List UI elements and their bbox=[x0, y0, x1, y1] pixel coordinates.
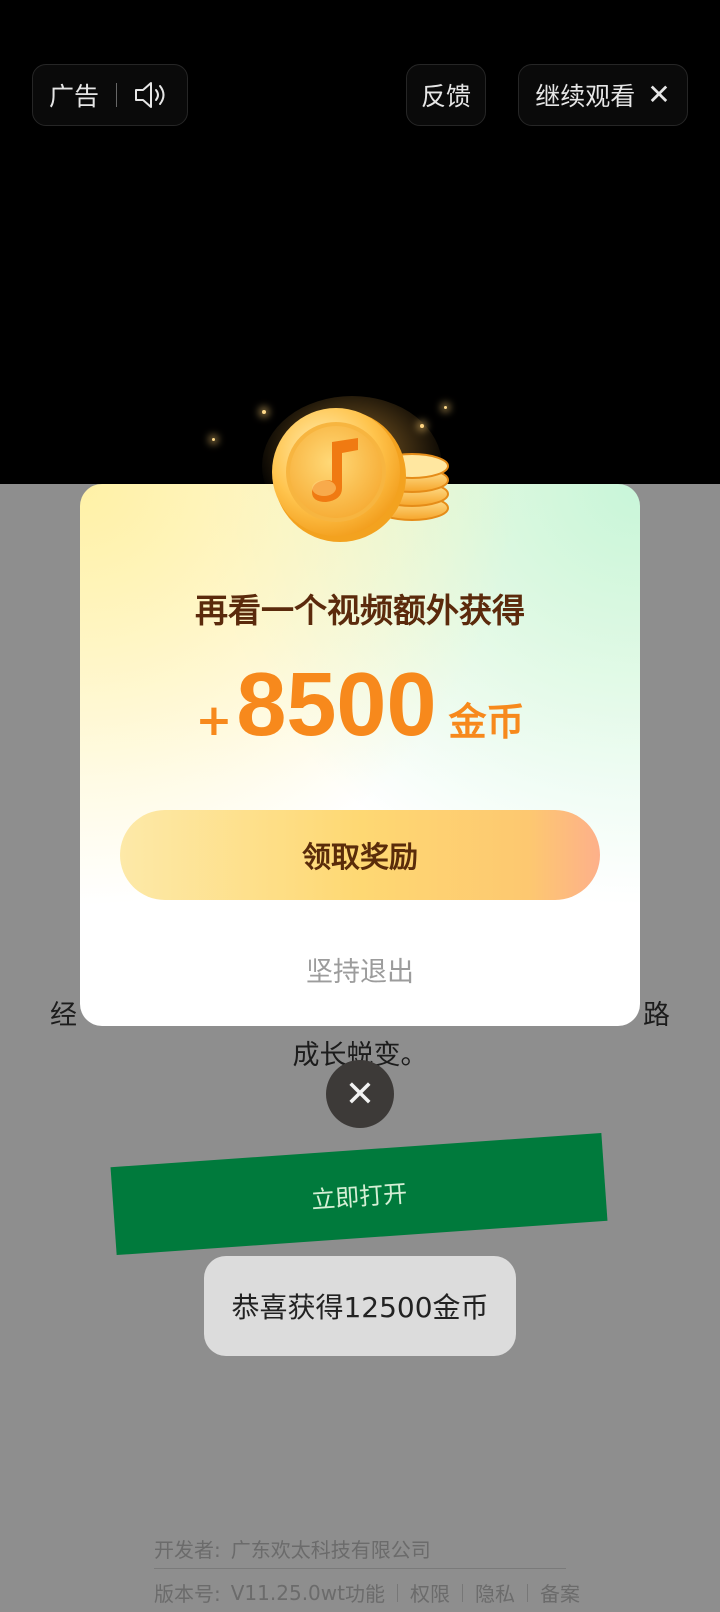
close-button[interactable]: ✕ bbox=[326, 1060, 394, 1128]
quit-link[interactable]: 坚持退出 bbox=[80, 950, 640, 989]
open-now-label: 立即打开 bbox=[310, 1179, 409, 1214]
filing-link[interactable]: 备案 bbox=[540, 1578, 580, 1607]
speaker-icon[interactable] bbox=[133, 80, 171, 110]
toast-message: 恭喜获得12500金币 bbox=[204, 1256, 516, 1356]
background-text-end: 路 bbox=[643, 1000, 670, 1031]
claim-label: 领取奖励 bbox=[301, 840, 418, 874]
developer-label: 开发者: bbox=[154, 1538, 221, 1562]
version-label: 版本号: bbox=[154, 1582, 221, 1606]
reward-amount: + 8500 金币 bbox=[80, 660, 640, 750]
amount-plus: + bbox=[195, 695, 233, 746]
amount-unit: 金币 bbox=[448, 700, 525, 744]
divider bbox=[396, 1583, 398, 1602]
open-now-button[interactable]: 立即打开 bbox=[110, 1132, 608, 1256]
amount-number: 8500 bbox=[236, 655, 437, 755]
ad-sound-pill: 广告 bbox=[32, 64, 188, 126]
ad-label: 广告 bbox=[49, 82, 100, 111]
continue-label: 继续观看 bbox=[535, 82, 636, 111]
permissions-link[interactable]: 权限 bbox=[410, 1578, 450, 1607]
toast-text: 恭喜获得12500金币 bbox=[231, 1291, 489, 1324]
divider bbox=[461, 1583, 463, 1602]
close-icon[interactable]: ✕ bbox=[647, 81, 670, 109]
background-text-start: 经 bbox=[50, 1000, 77, 1031]
developer-line: 开发者: 广东欢太科技有限公司 bbox=[154, 1534, 431, 1563]
reward-dialog: 再看一个视频额外获得 + 8500 金币 领取奖励 坚持退出 bbox=[80, 484, 640, 1026]
divider bbox=[526, 1583, 528, 1602]
feedback-button[interactable]: 反馈 bbox=[406, 64, 486, 126]
divider bbox=[115, 83, 117, 107]
developer-name: 广东欢太科技有限公司 bbox=[230, 1538, 431, 1562]
footer-divider bbox=[154, 1568, 566, 1569]
gold-coin-icon bbox=[262, 396, 462, 546]
claim-reward-button[interactable]: 领取奖励 bbox=[120, 810, 600, 900]
version-line: 版本号: V11.25.0wt 功能 权限 隐私 备案 bbox=[154, 1578, 580, 1607]
feedback-label: 反馈 bbox=[420, 82, 471, 111]
continue-watching-button[interactable]: 继续观看 ✕ bbox=[518, 64, 688, 126]
close-icon: ✕ bbox=[344, 1073, 376, 1115]
version-number: V11.25.0wt bbox=[230, 1580, 345, 1605]
dialog-title: 再看一个视频额外获得 bbox=[195, 591, 525, 630]
features-link[interactable]: 功能 bbox=[345, 1578, 385, 1607]
sparkle bbox=[212, 438, 215, 441]
privacy-link[interactable]: 隐私 bbox=[475, 1578, 515, 1607]
